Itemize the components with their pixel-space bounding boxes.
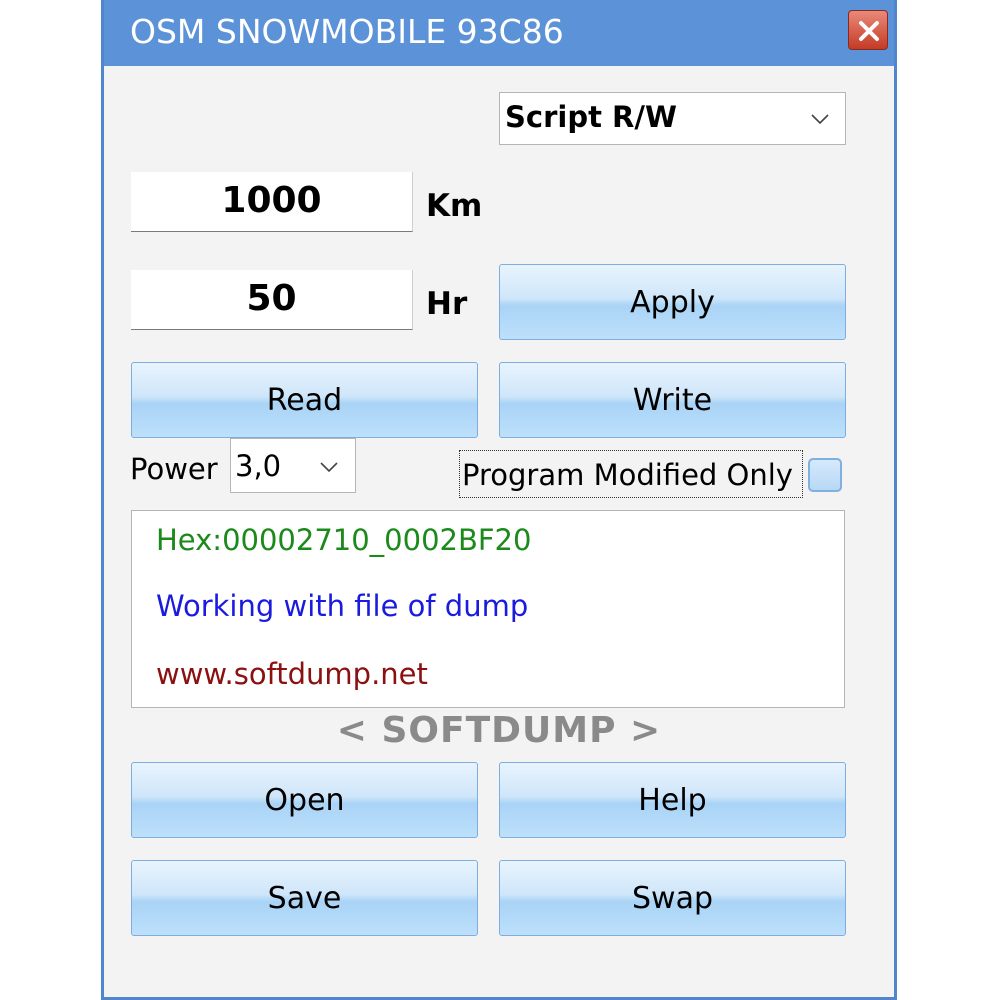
- website-link[interactable]: www.softdump.net: [156, 657, 428, 691]
- help-button-label: Help: [638, 783, 707, 818]
- apply-button[interactable]: Apply: [499, 264, 846, 340]
- chevron-down-icon: [320, 462, 338, 473]
- swap-button[interactable]: Swap: [499, 860, 846, 936]
- read-button-label: Read: [266, 383, 343, 418]
- program-modified-checkbox[interactable]: [808, 458, 842, 492]
- hr-input[interactable]: 50: [131, 270, 413, 330]
- script-select[interactable]: Script R/W: [499, 92, 846, 145]
- power-label: Power: [130, 452, 218, 486]
- write-button[interactable]: Write: [499, 362, 846, 438]
- brand-label: < SOFTDUMP >: [336, 710, 662, 751]
- close-button[interactable]: [848, 10, 888, 50]
- power-select[interactable]: 3,0: [230, 438, 356, 493]
- program-modified-label[interactable]: Program Modified Only: [459, 450, 803, 498]
- save-button[interactable]: Save: [131, 860, 478, 936]
- info-panel: Hex:00002710_0002BF20 Working with file …: [131, 510, 845, 708]
- swap-button-label: Swap: [631, 881, 713, 916]
- km-unit-label: Km: [426, 188, 483, 224]
- open-button-label: Open: [264, 783, 345, 818]
- save-button-label: Save: [267, 881, 342, 916]
- help-button[interactable]: Help: [499, 762, 846, 838]
- chevron-down-icon: [811, 114, 829, 125]
- hr-unit-label: Hr: [426, 286, 468, 322]
- km-input[interactable]: 1000: [131, 172, 413, 232]
- read-button[interactable]: Read: [131, 362, 478, 438]
- apply-button-label: Apply: [630, 285, 715, 320]
- title-bar[interactable]: OSM SNOWMOBILE 93C86: [104, 0, 894, 66]
- app-window: OSM SNOWMOBILE 93C86 Script R/W 1000 Km …: [101, 0, 897, 1000]
- close-icon: [859, 21, 879, 41]
- write-button-label: Write: [632, 383, 713, 418]
- script-select-value: Script R/W: [505, 100, 677, 134]
- open-button[interactable]: Open: [131, 762, 478, 838]
- window-title: OSM SNOWMOBILE 93C86: [130, 12, 564, 51]
- hex-readout: Hex:00002710_0002BF20: [156, 523, 532, 557]
- status-text: Working with file of dump: [156, 589, 529, 623]
- power-select-value: 3,0: [235, 449, 282, 483]
